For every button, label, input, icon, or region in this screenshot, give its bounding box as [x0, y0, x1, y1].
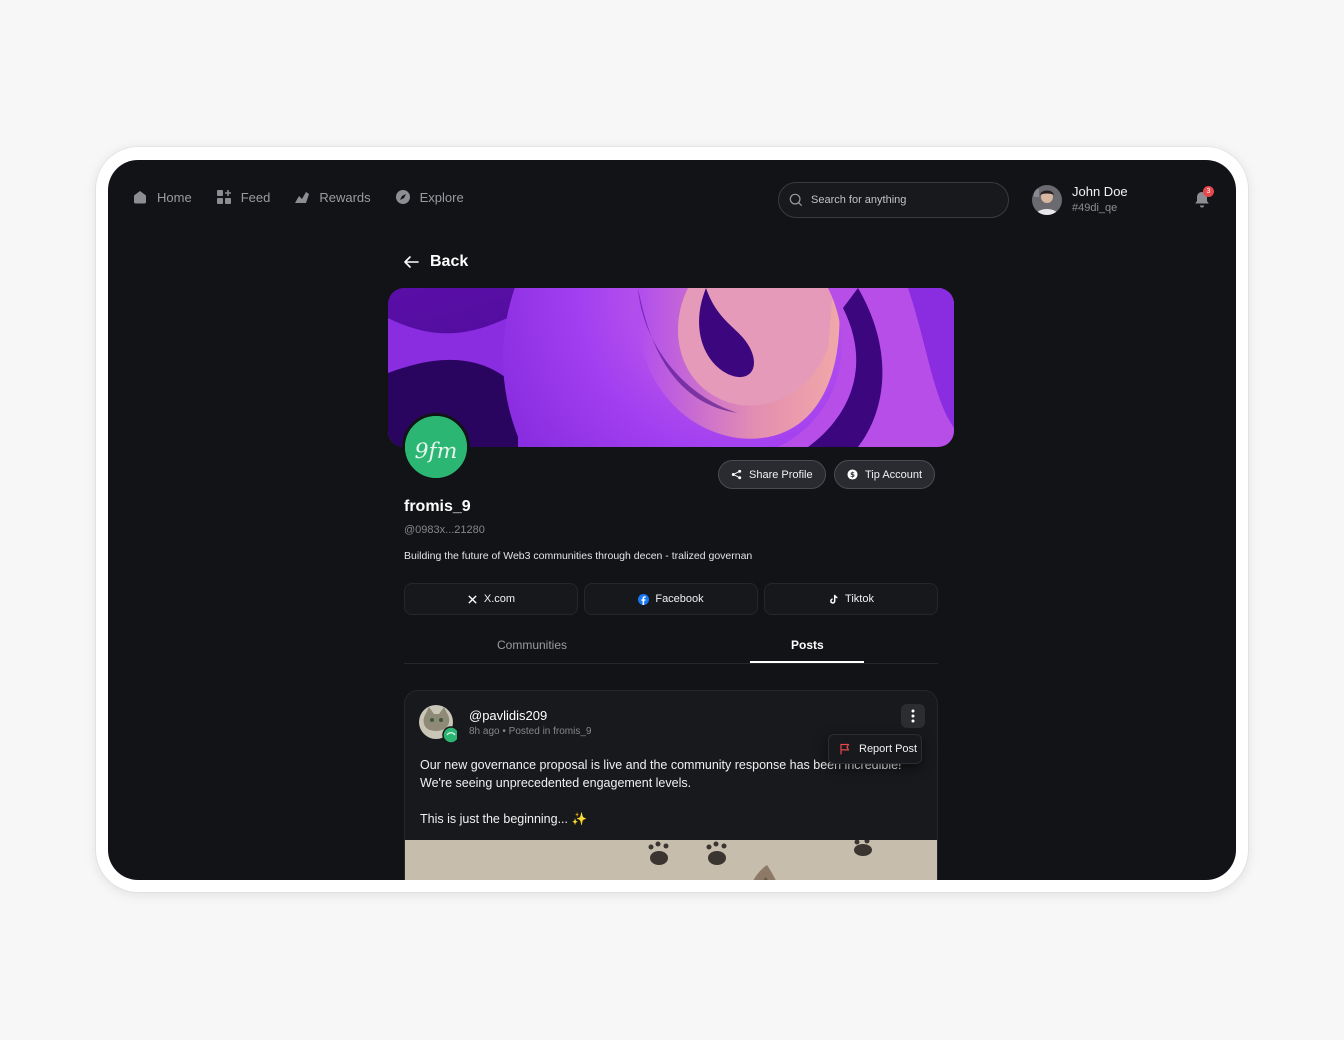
report-post-menu-item[interactable]: Report Post: [828, 734, 922, 764]
nav-home-label: Home: [157, 189, 192, 205]
social-facebook-label: Facebook: [655, 593, 704, 605]
profile-bio: Building the future of Web3 communities …: [404, 550, 753, 562]
grid-icon: [216, 190, 231, 204]
tab-posts[interactable]: Posts: [791, 638, 824, 652]
coin-icon: $: [847, 469, 858, 480]
social-tiktok-button[interactable]: Tiktok: [764, 583, 938, 615]
flag-icon: [840, 743, 850, 755]
device-frame: Home Feed Rewards Explore Search for any…: [96, 147, 1248, 892]
user-avatar: [1032, 185, 1062, 215]
search-icon: [789, 193, 803, 207]
home-icon: [134, 191, 146, 204]
tab-communities[interactable]: Communities: [497, 638, 567, 652]
app-screen: Home Feed Rewards Explore Search for any…: [108, 160, 1236, 880]
share-profile-button[interactable]: Share Profile: [718, 460, 826, 489]
tip-account-label: Tip Account: [865, 468, 923, 481]
social-x-button[interactable]: X.com: [404, 583, 578, 615]
post-body: Our new governance proposal is live and …: [420, 758, 902, 826]
profile-banner: [388, 288, 954, 447]
search-bar[interactable]: [778, 182, 1009, 218]
user-id: #49di_qe: [1072, 202, 1118, 214]
report-post-label: Report Post: [859, 743, 918, 755]
social-facebook-button[interactable]: Facebook: [584, 583, 758, 615]
share-icon: [731, 469, 742, 480]
back-label: Back: [430, 253, 469, 270]
notification-badge: 3: [1203, 186, 1214, 197]
user-profile-menu[interactable]: John Doe #49di_qe: [1032, 184, 1128, 216]
profile-avatar: 9fm: [402, 413, 470, 481]
top-nav: Home Feed Rewards Explore: [132, 186, 488, 208]
social-tiktok-label: Tiktok: [845, 593, 874, 605]
social-x-label: X.com: [483, 593, 516, 605]
post-author-avatar[interactable]: [419, 705, 460, 744]
svg-text:$: $: [850, 471, 855, 479]
notifications-button[interactable]: 3: [1192, 186, 1214, 210]
nav-feed[interactable]: Feed: [216, 189, 271, 205]
nav-explore-label: Explore: [419, 189, 464, 205]
post-community[interactable]: • Posted in fromis_9: [502, 726, 591, 737]
compass-icon: [395, 190, 410, 204]
post-meta: 8h ago • Posted in fromis_9: [469, 726, 591, 737]
nav-explore[interactable]: Explore: [395, 189, 464, 205]
avatar-logo-text: 9fm: [415, 439, 458, 464]
back-button[interactable]: Back: [402, 253, 468, 271]
rewards-icon: [295, 192, 310, 203]
share-profile-label: Share Profile: [749, 468, 813, 481]
x-icon: [468, 594, 477, 604]
nav-feed-label: Feed: [240, 189, 271, 205]
profile-handle: @0983x...21280: [404, 524, 485, 536]
post-time: 8h ago: [469, 726, 500, 737]
post-card: @pavlidis209 8h ago • Posted in fromis_9…: [404, 690, 938, 880]
profile-tabs: Communities Posts: [404, 638, 938, 664]
user-name: John Doe: [1072, 184, 1128, 199]
nav-home[interactable]: Home: [132, 189, 192, 205]
more-vertical-icon: [911, 709, 915, 723]
tip-account-button[interactable]: $ Tip Account: [834, 460, 936, 489]
search-input[interactable]: [811, 194, 991, 206]
active-tab-indicator: [750, 661, 864, 663]
post-menu-button[interactable]: [901, 704, 925, 728]
post-image[interactable]: [405, 840, 937, 880]
nav-rewards[interactable]: Rewards: [294, 189, 371, 205]
facebook-icon: [638, 593, 650, 605]
arrow-left-icon: [404, 256, 419, 268]
nav-rewards-label: Rewards: [319, 189, 371, 205]
post-author-handle[interactable]: @pavlidis209: [469, 708, 547, 723]
profile-name: fromis_9: [404, 498, 471, 515]
tiktok-icon: [830, 594, 838, 604]
